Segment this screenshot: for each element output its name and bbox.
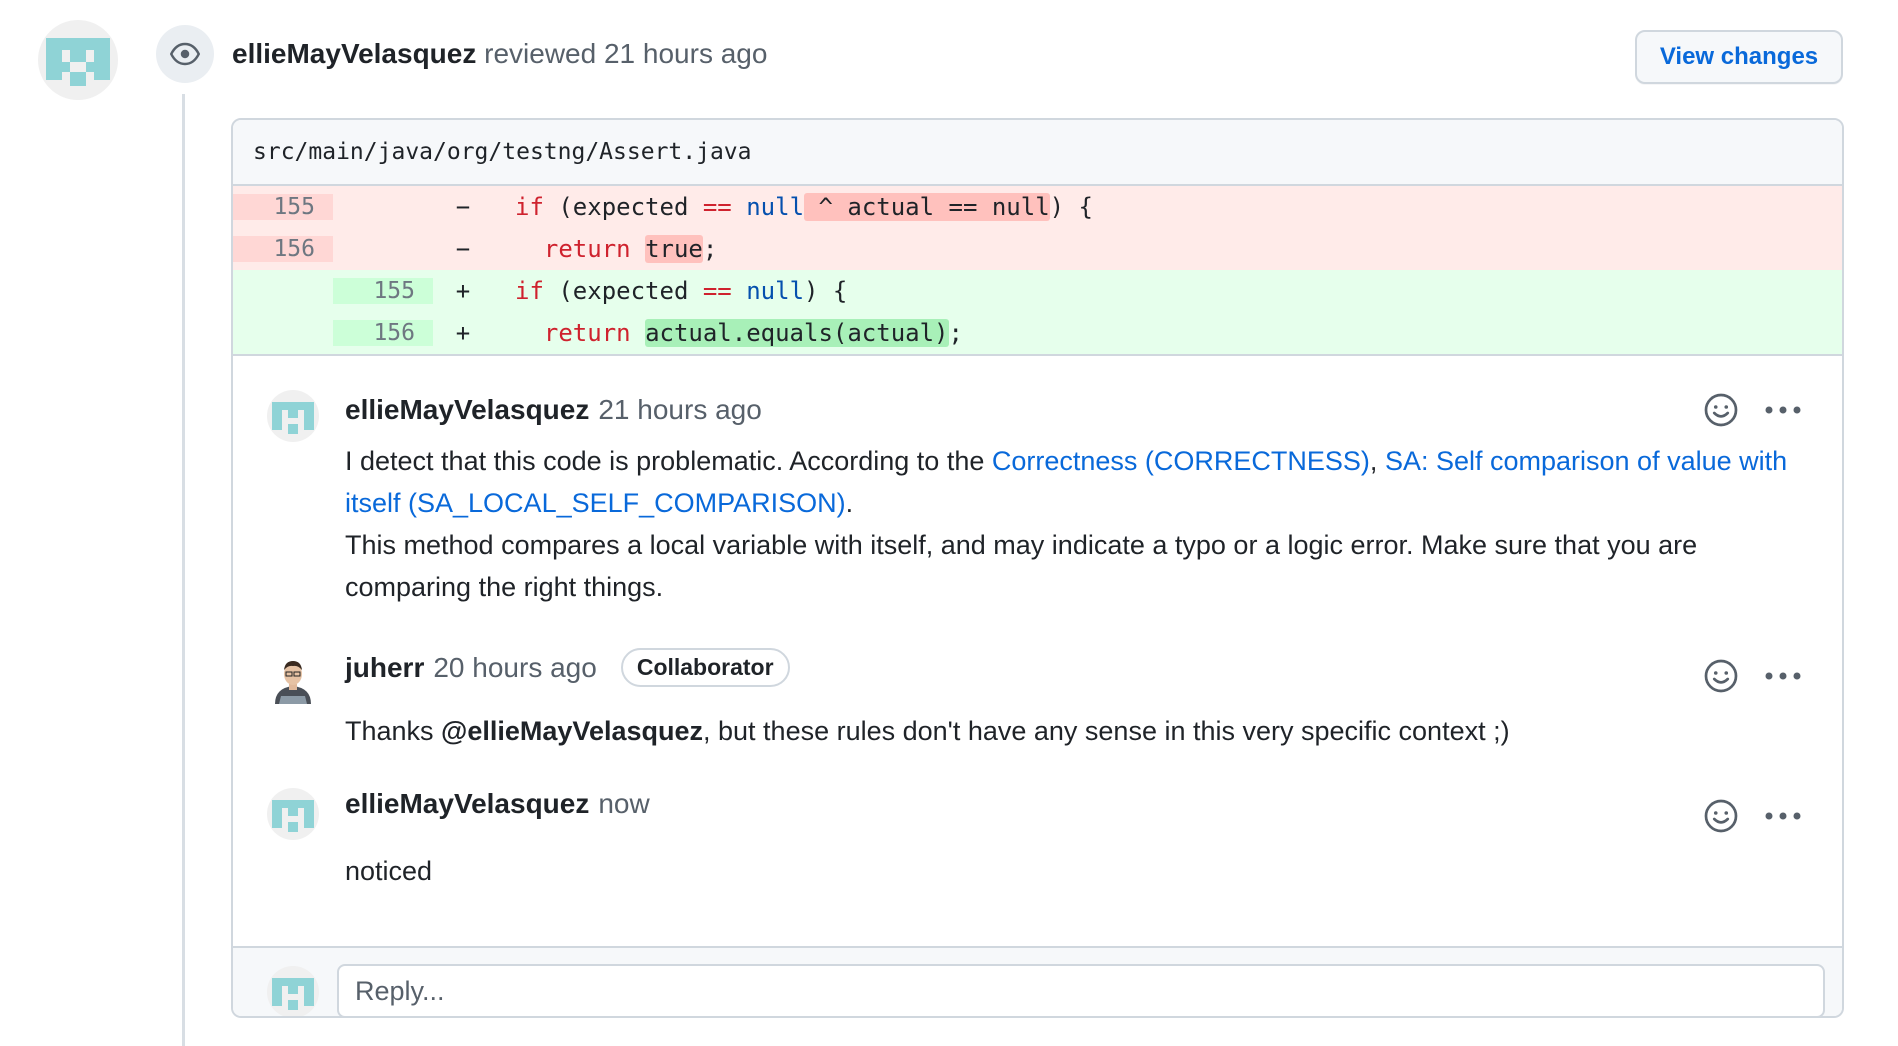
review-header: ellieMayVelasquez reviewed 21 hours ago [232,38,767,70]
comment-header: ellieMayVelasquez 21 hours ago [345,394,762,426]
comment-author[interactable]: juherr [345,652,424,684]
reply-bar: Reply... [233,946,1842,1016]
correctness-link[interactable]: Correctness (CORRECTNESS) [992,446,1370,476]
reply-placeholder: Reply... [355,975,445,1006]
reply-input[interactable]: Reply... [337,964,1825,1016]
diff-sign: − [455,235,471,263]
comment-text: I detect that this code is problematic. … [345,446,992,476]
code-text: if (expected == null) { [485,277,847,305]
diff-sign: − [455,193,471,221]
comment-avatar[interactable] [267,390,319,442]
code-added-highlight: actual.equals(actual) [645,319,949,347]
code-text: if (expected == null ^ actual == null) { [485,193,1093,221]
comment-text: This method compares a local variable wi… [345,530,1698,602]
comments-list: ellieMayVelasquez 21 hours ago I detect … [233,354,1842,886]
comment-text: . [845,488,854,518]
code-token: ) { [1049,193,1094,221]
review-time[interactable]: 21 hours ago [604,38,767,69]
old-line-number[interactable]: 155 [233,194,333,220]
file-path-header: src/main/java/org/testng/Assert.java [233,120,1842,186]
eye-icon [170,42,200,66]
code-keyword: return [543,235,631,263]
comment-header: juherr 20 hours ago Collaborator [345,648,790,687]
new-line-number[interactable]: 155 [333,278,433,304]
new-line-number[interactable]: 156 [333,320,433,346]
reviewer-name[interactable]: ellieMayVelasquez [232,38,476,69]
code-keyword: if [515,193,544,221]
review-action: reviewed [484,38,597,69]
code-removed-highlight: ^ actual == null [804,193,1050,221]
comment-actions [1703,658,1803,694]
comment-actions [1703,798,1803,834]
comment-text: , [1369,446,1385,476]
comment-time[interactable]: 21 hours ago [598,394,761,426]
kebab-horizontal-icon[interactable] [1763,404,1803,416]
kebab-horizontal-icon[interactable] [1763,670,1803,682]
code-null: null [746,193,805,221]
comment-text: , but these rules don't have any sense i… [703,716,1510,746]
code-token: ; [702,235,718,263]
diff-sign: + [455,277,471,305]
view-changes-button[interactable]: View changes [1635,30,1843,84]
kebab-horizontal-icon[interactable] [1763,810,1803,822]
comment-time[interactable]: 20 hours ago [433,652,596,684]
smiley-icon[interactable] [1703,658,1739,694]
user-mention[interactable]: @ellieMayVelasquez [441,716,703,746]
smiley-icon[interactable] [1703,798,1739,834]
comment-body: Thanks @ellieMayVelasquez, but these rul… [345,710,1825,752]
timeline-line [182,94,185,1046]
comment-author[interactable]: ellieMayVelasquez [345,394,589,426]
collaborator-badge: Collaborator [620,648,790,687]
comment-avatar[interactable] [267,788,319,840]
comment-body: noticed [345,850,1825,892]
code-token: ) { [804,277,848,305]
diff-line-added: 155 + if (expected == null) { [233,270,1842,312]
reviewer-avatar[interactable] [38,20,118,100]
file-path[interactable]: src/main/java/org/testng/Assert.java [253,139,752,165]
code-operator: == [702,277,732,305]
comment-header: ellieMayVelasquez now [345,788,650,820]
smiley-icon[interactable] [1703,392,1739,428]
comment-body: I detect that this code is problematic. … [345,440,1825,608]
comment-time[interactable]: now [598,788,649,820]
diff-line-deleted: 156 − return true; [233,228,1842,270]
code-token: (expected [558,193,689,221]
comment-avatar[interactable] [267,652,319,704]
code-removed-highlight: true [645,235,703,263]
diff-sign: + [455,319,471,347]
code-token: (expected [558,277,689,305]
review-eye-badge [156,25,214,83]
code-keyword: if [515,277,544,305]
comment-author[interactable]: ellieMayVelasquez [345,788,589,820]
comment-text: Thanks [345,716,442,746]
code-token: ; [948,319,963,347]
old-line-number[interactable]: 156 [233,236,333,262]
code-text: return actual.equals(actual); [485,319,963,347]
comment-actions [1703,392,1803,428]
current-user-avatar [267,966,319,1016]
diff-line-added: 156 + return actual.equals(actual); [233,312,1842,354]
review-thread: src/main/java/org/testng/Assert.java 155… [231,118,1844,1018]
code-keyword: return [543,319,631,347]
comment-text: noticed [345,856,433,886]
code-null: null [746,277,805,305]
code-operator: == [702,193,732,221]
diff-line-deleted: 155 − if (expected == null ^ actual == n… [233,186,1842,228]
code-text: return true; [485,235,717,263]
